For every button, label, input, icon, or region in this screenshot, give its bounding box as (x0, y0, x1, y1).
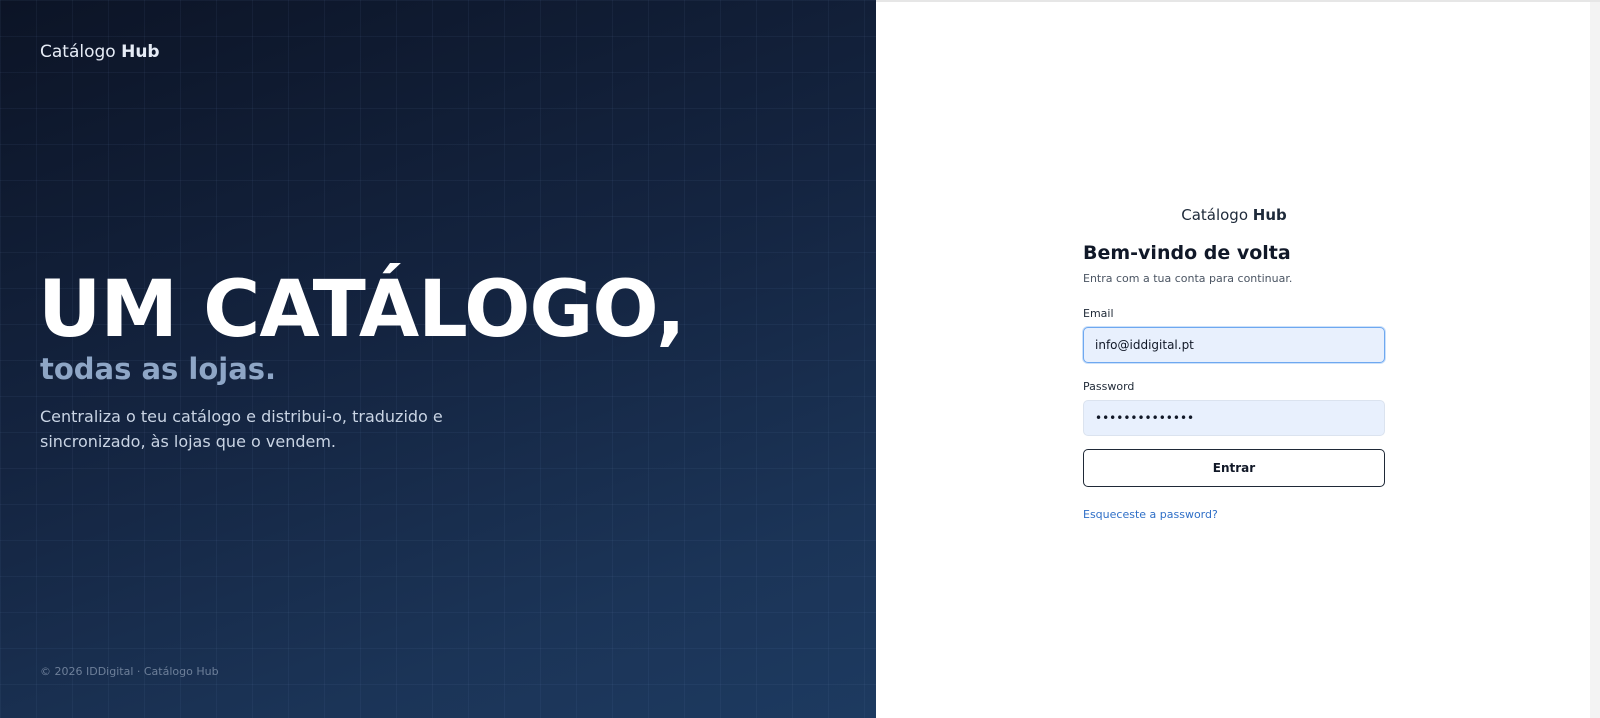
password-input[interactable] (1083, 400, 1385, 436)
scrollbar-track[interactable] (1590, 2, 1600, 718)
forgot-password-link[interactable]: Esqueceste a password? (1083, 508, 1218, 521)
form-title: Bem-vindo de volta (1083, 242, 1291, 264)
hero-subheadline: todas as lojas. (40, 352, 277, 386)
login-page: Catálogo Hub UM CATÁLOGO, todas as lojas… (0, 0, 1600, 718)
login-panel: Catálogo Hub Bem-vindo de volta Entra co… (876, 0, 1600, 718)
email-label: Email (1083, 307, 1114, 320)
hero-description: Centraliza o teu catálogo e distribui-o,… (40, 407, 443, 451)
email-field-group: Email (1083, 307, 1385, 363)
form-logo-regular: Catálogo (1181, 206, 1249, 224)
hero-logo-bold: Hub (121, 42, 160, 62)
hero-logo-regular: Catálogo (40, 42, 116, 62)
hero-footer-copyright: © 2026 IDDigital · Catálogo Hub (40, 665, 219, 678)
password-label: Password (1083, 380, 1135, 393)
email-input[interactable] (1083, 327, 1385, 363)
login-submit-button[interactable]: Entrar (1083, 449, 1385, 487)
form-logo: Catálogo Hub (1083, 206, 1385, 224)
hero-logo: Catálogo Hub (40, 42, 160, 62)
login-form: Catálogo Hub Bem-vindo de volta Entra co… (1083, 206, 1385, 522)
password-field-group: Password (1083, 380, 1385, 436)
form-subtitle: Entra com a tua conta para continuar. (1083, 272, 1293, 285)
hero-headline: UM CATÁLOGO, (38, 265, 686, 355)
form-logo-bold: Hub (1252, 206, 1287, 224)
hero-panel: Catálogo Hub UM CATÁLOGO, todas as lojas… (0, 0, 876, 718)
